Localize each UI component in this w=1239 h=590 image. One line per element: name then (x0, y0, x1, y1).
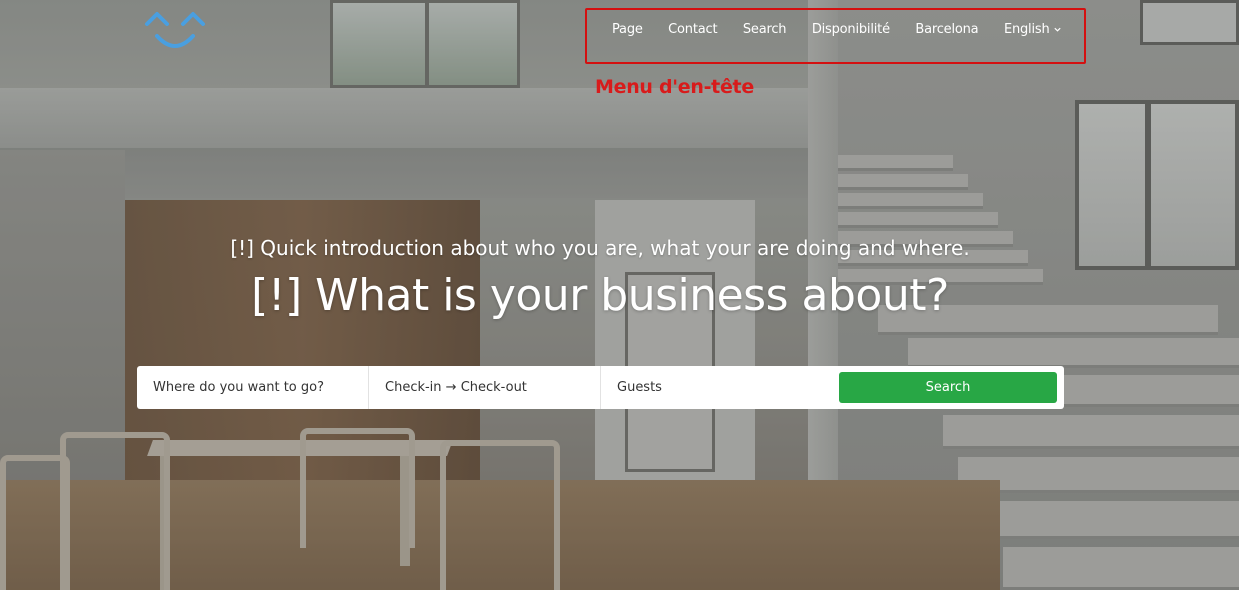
destination-input[interactable]: Where do you want to go? (137, 366, 369, 409)
chevron-down-icon (1054, 27, 1062, 32)
site-logo[interactable] (143, 8, 213, 52)
header-menu-annotation: Menu d'en-tête (595, 76, 754, 98)
language-label: English (1003, 21, 1050, 37)
nav-item-contact[interactable]: Contact (668, 22, 717, 37)
guests-input[interactable]: Guests (601, 366, 833, 409)
search-button[interactable]: Search (839, 372, 1057, 403)
search-bar: Where do you want to go? Check-in → Chec… (137, 366, 1064, 409)
nav-item-disponibilite[interactable]: Disponibilité (812, 22, 890, 37)
nav-item-search[interactable]: Search (743, 22, 787, 37)
hero-title: [!] What is your business about? (251, 270, 949, 321)
date-range-input[interactable]: Check-in → Check-out (369, 366, 601, 409)
language-selector[interactable]: English (1004, 22, 1063, 37)
smile-logo-icon (145, 12, 205, 48)
nav-item-page[interactable]: Page (612, 22, 643, 37)
nav-item-barcelona[interactable]: Barcelona (915, 22, 978, 37)
header-menu: Page Contact Search Disponibilité Barcel… (600, 18, 1088, 40)
hero-subtitle: [!] Quick introduction about who you are… (230, 236, 970, 260)
